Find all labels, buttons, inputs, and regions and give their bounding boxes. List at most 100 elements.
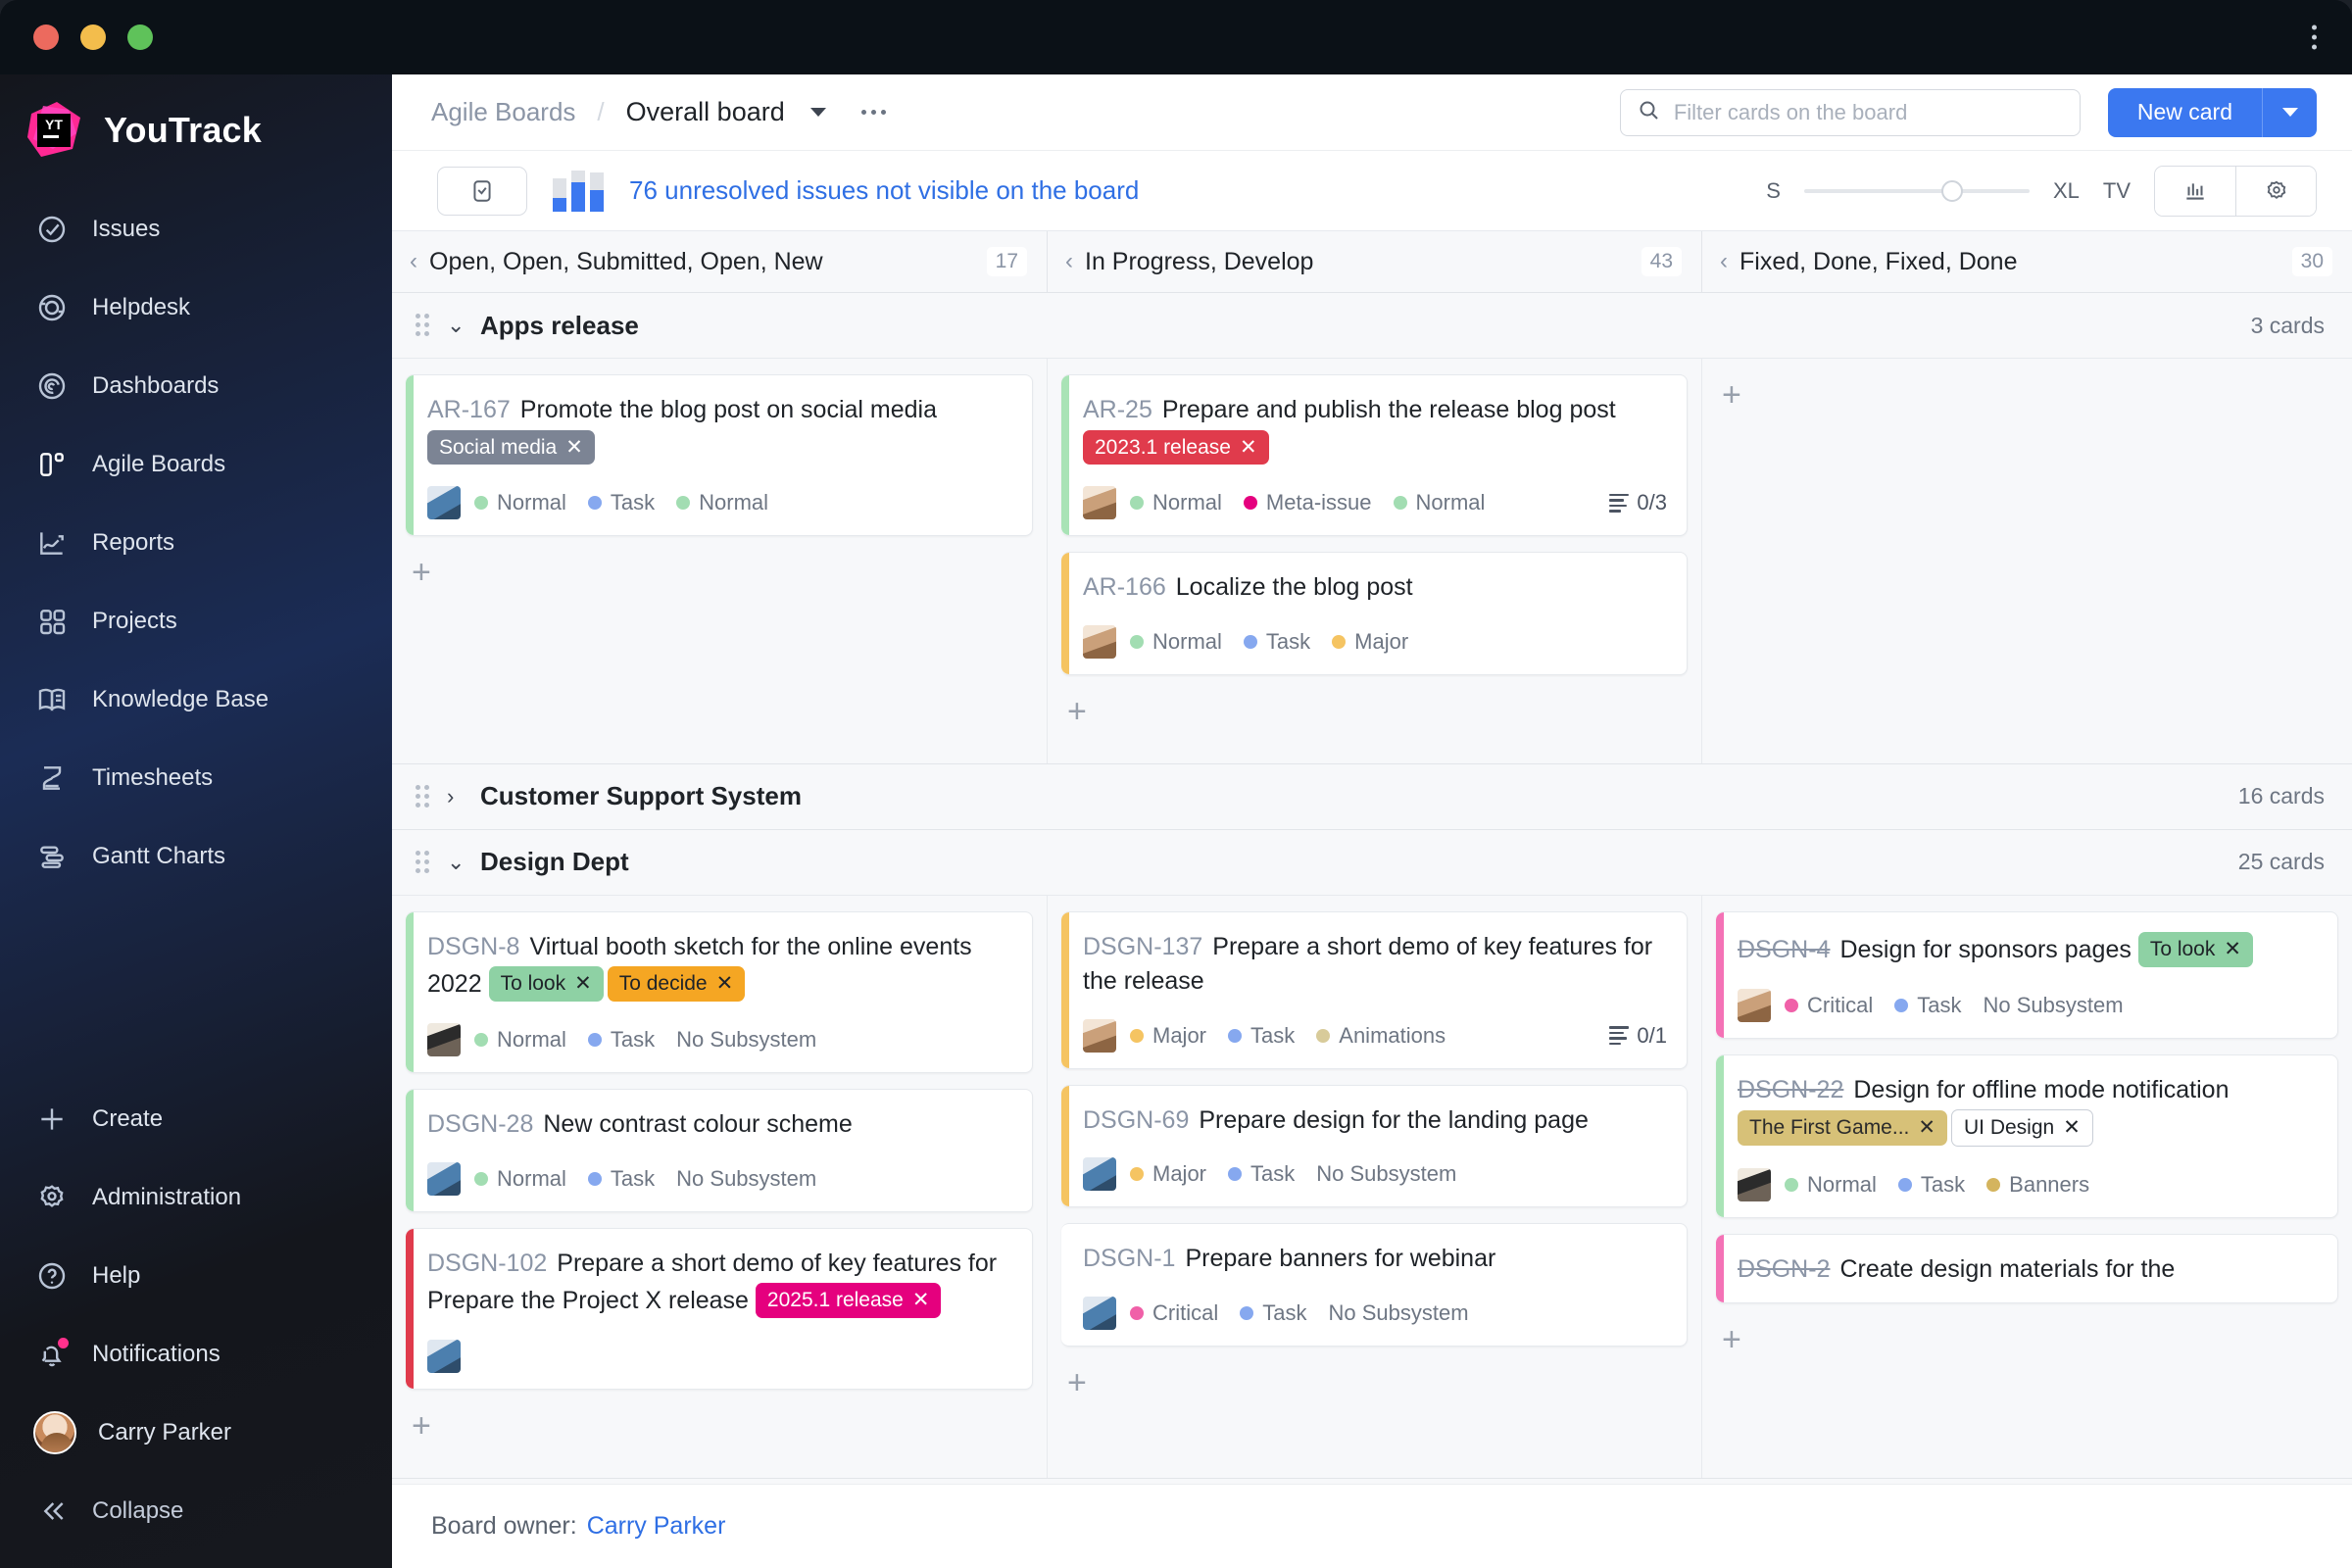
card-id[interactable]: DSGN-28 xyxy=(427,1110,533,1138)
swimlane-cell[interactable]: DSGN-4 Design for sponsors pages To look ✕… xyxy=(1701,895,2352,1478)
board-card[interactable]: DSGN-4 Design for sponsors pages To look ✕… xyxy=(1716,910,2338,1039)
card-tag[interactable]: UI Design ✕ xyxy=(1950,1109,2093,1147)
sidebar-item-timesheets[interactable]: Timesheets xyxy=(0,739,392,817)
card-id[interactable]: DSGN-69 xyxy=(1083,1106,1189,1134)
sidebar-collapse-button[interactable]: Collapse xyxy=(0,1472,392,1550)
sidebar-item-create[interactable]: Create xyxy=(0,1080,392,1158)
board-column-header[interactable]: ‹ Open, Open, Submitted, Open, New 17 xyxy=(392,231,1047,292)
card-tag[interactable]: The First Game... ✕ xyxy=(1738,1110,1947,1146)
swimlane-cell[interactable]: + xyxy=(1701,359,2352,763)
card-tag[interactable]: 2023.1 release ✕ xyxy=(1083,429,1269,466)
remove-tag-icon[interactable]: ✕ xyxy=(1918,1116,1936,1139)
board-settings-button[interactable] xyxy=(2235,166,2316,216)
remove-tag-icon[interactable]: ✕ xyxy=(2224,938,2241,960)
close-window-button[interactable] xyxy=(33,24,59,50)
card-tag[interactable]: 2025.1 release ✕ xyxy=(755,1283,942,1318)
board-card[interactable]: DSGN-102 Prepare a short demo of key feat… xyxy=(406,1227,1033,1390)
sidebar-item-issues[interactable]: Issues xyxy=(0,190,392,269)
swimlane-cell[interactable]: DSGN-8 Virtual booth sketch for the onlin… xyxy=(392,896,1047,1478)
drag-handle-icon[interactable] xyxy=(416,784,431,808)
board-column-header[interactable]: ‹ In Progress, Develop 43 xyxy=(1047,231,1701,292)
board-more-options-icon[interactable] xyxy=(860,110,886,115)
new-card-dropdown-button[interactable] xyxy=(2262,87,2317,137)
board-card[interactable]: AR-166 Localize the blog post Normal Task M… xyxy=(1061,552,1688,675)
board-card[interactable]: DSGN-137 Prepare a short demo of key feat… xyxy=(1061,910,1688,1069)
chevron-down-icon[interactable] xyxy=(809,108,826,117)
remove-tag-icon[interactable]: ✕ xyxy=(912,1289,930,1311)
remove-tag-icon[interactable]: ✕ xyxy=(565,436,583,459)
chevron-down-icon[interactable]: ⌄ xyxy=(447,850,465,875)
board-card[interactable]: DSGN-28 New contrast colour scheme Normal… xyxy=(406,1089,1033,1212)
swimlane-cell[interactable]: AR-25 Prepare and publish the release blo… xyxy=(1047,359,1701,763)
board-owner-link[interactable]: Carry Parker xyxy=(587,1512,726,1541)
card-size-slider[interactable] xyxy=(1803,179,2030,202)
sidebar-item-notifications[interactable]: Notifications xyxy=(0,1315,392,1394)
sidebar-item-projects[interactable]: Projects xyxy=(0,582,392,661)
card-tag[interactable]: Social media ✕ xyxy=(427,429,595,466)
sidebar-item-gantt-charts[interactable]: Gantt Charts xyxy=(0,817,392,896)
board-chart-button[interactable] xyxy=(2155,166,2235,216)
swimlane-cell[interactable]: DSGN-137 Prepare a short demo of key feat… xyxy=(1047,895,1701,1478)
sidebar-item-agile-boards[interactable]: Agile Boards xyxy=(0,425,392,504)
board-card[interactable]: DSGN-69 Prepare design for the landing pa… xyxy=(1061,1084,1688,1208)
sidebar-item-help[interactable]: Help xyxy=(0,1237,392,1315)
sidebar-item-dashboards[interactable]: Dashboards xyxy=(0,347,392,425)
page-title[interactable]: Overall board xyxy=(626,97,785,127)
collapse-column-icon[interactable]: ‹ xyxy=(1720,248,1728,275)
new-card-button[interactable]: New card xyxy=(2107,87,2262,137)
card-id[interactable]: DSGN-102 xyxy=(427,1250,547,1277)
drag-handle-icon[interactable] xyxy=(416,850,431,874)
unresolved-chart-icon[interactable] xyxy=(553,170,604,212)
collapse-column-icon[interactable]: ‹ xyxy=(410,248,417,275)
sidebar-item-helpdesk[interactable]: Helpdesk xyxy=(0,269,392,347)
chevron-right-icon[interactable]: › xyxy=(447,784,465,809)
drag-handle-icon[interactable] xyxy=(416,314,431,337)
slider-knob[interactable] xyxy=(1940,179,1963,202)
breadcrumb-agile-boards[interactable]: Agile Boards xyxy=(431,97,575,127)
card-tag[interactable]: To look ✕ xyxy=(2137,931,2253,967)
swimlane-title[interactable]: Design Dept xyxy=(480,847,629,877)
sidebar-item-reports[interactable]: Reports xyxy=(0,504,392,582)
board-swimlanes[interactable]: ⌄ Apps release 3 cards AR-167 Promote the bl… xyxy=(392,293,2352,1484)
swimlane-header[interactable]: ⌄ Design Dept 25 cards xyxy=(392,829,2352,895)
card-id[interactable]: AR-167 xyxy=(427,396,511,423)
card-id[interactable]: DSGN-1 xyxy=(1083,1245,1175,1272)
board-card[interactable]: DSGN-1 Prepare banners for webinar Critic… xyxy=(1061,1223,1688,1347)
card-id[interactable]: DSGN-4 xyxy=(1738,936,1830,963)
card-id[interactable]: AR-166 xyxy=(1083,573,1166,601)
add-card-button[interactable]: + xyxy=(1061,691,1093,740)
board-card[interactable]: AR-167 Promote the blog post on social me… xyxy=(406,374,1033,537)
add-card-button[interactable]: + xyxy=(1061,1362,1093,1411)
remove-tag-icon[interactable]: ✕ xyxy=(716,972,734,995)
board-card[interactable]: DSGN-22 Design for offline mode notificat… xyxy=(1716,1054,2338,1218)
sidebar-item-administration[interactable]: Administration xyxy=(0,1158,392,1237)
swimlane-header[interactable]: › Customer Support System 16 cards xyxy=(392,763,2352,829)
swimlane-cell[interactable]: AR-167 Promote the blog post on social me… xyxy=(392,359,1047,763)
board-card[interactable]: DSGN-8 Virtual booth sketch for the onlin… xyxy=(406,910,1033,1074)
swimlane-title[interactable]: Apps release xyxy=(480,311,639,341)
board-card[interactable]: DSGN-2 Create design materials for the xyxy=(1716,1233,2338,1304)
card-tag[interactable]: To decide ✕ xyxy=(607,966,746,1003)
window-menu-icon[interactable] xyxy=(2312,24,2317,50)
sidebar-item-user[interactable]: Carry Parker xyxy=(0,1394,392,1472)
maximize-window-button[interactable] xyxy=(127,24,153,50)
add-card-button[interactable]: + xyxy=(1716,374,1747,423)
board-card[interactable]: AR-25 Prepare and publish the release blo… xyxy=(1061,374,1688,537)
unresolved-issues-link[interactable]: 76 unresolved issues not visible on the … xyxy=(629,175,1139,206)
swimlane-title[interactable]: Customer Support System xyxy=(480,781,802,811)
remove-tag-icon[interactable]: ✕ xyxy=(574,972,592,995)
add-card-button[interactable]: + xyxy=(406,552,437,601)
add-card-button[interactable]: + xyxy=(406,1405,437,1454)
card-tag[interactable]: To look ✕ xyxy=(488,966,604,1003)
card-id[interactable]: DSGN-22 xyxy=(1738,1076,1843,1103)
tv-mode-button[interactable]: TV xyxy=(2103,178,2131,204)
remove-tag-icon[interactable]: ✕ xyxy=(2063,1116,2081,1139)
card-id[interactable]: DSGN-8 xyxy=(427,933,519,960)
remove-tag-icon[interactable]: ✕ xyxy=(1240,436,1257,459)
chevron-down-icon[interactable]: ⌄ xyxy=(447,313,465,338)
search-input[interactable] xyxy=(1673,99,2064,125)
card-id[interactable]: DSGN-2 xyxy=(1738,1255,1830,1283)
board-column-header[interactable]: ‹ Fixed, Done, Fixed, Done 30 xyxy=(1701,231,2352,292)
swimlane-header[interactable]: ⌄ Apps release 3 cards xyxy=(392,293,2352,358)
minimize-window-button[interactable] xyxy=(80,24,106,50)
